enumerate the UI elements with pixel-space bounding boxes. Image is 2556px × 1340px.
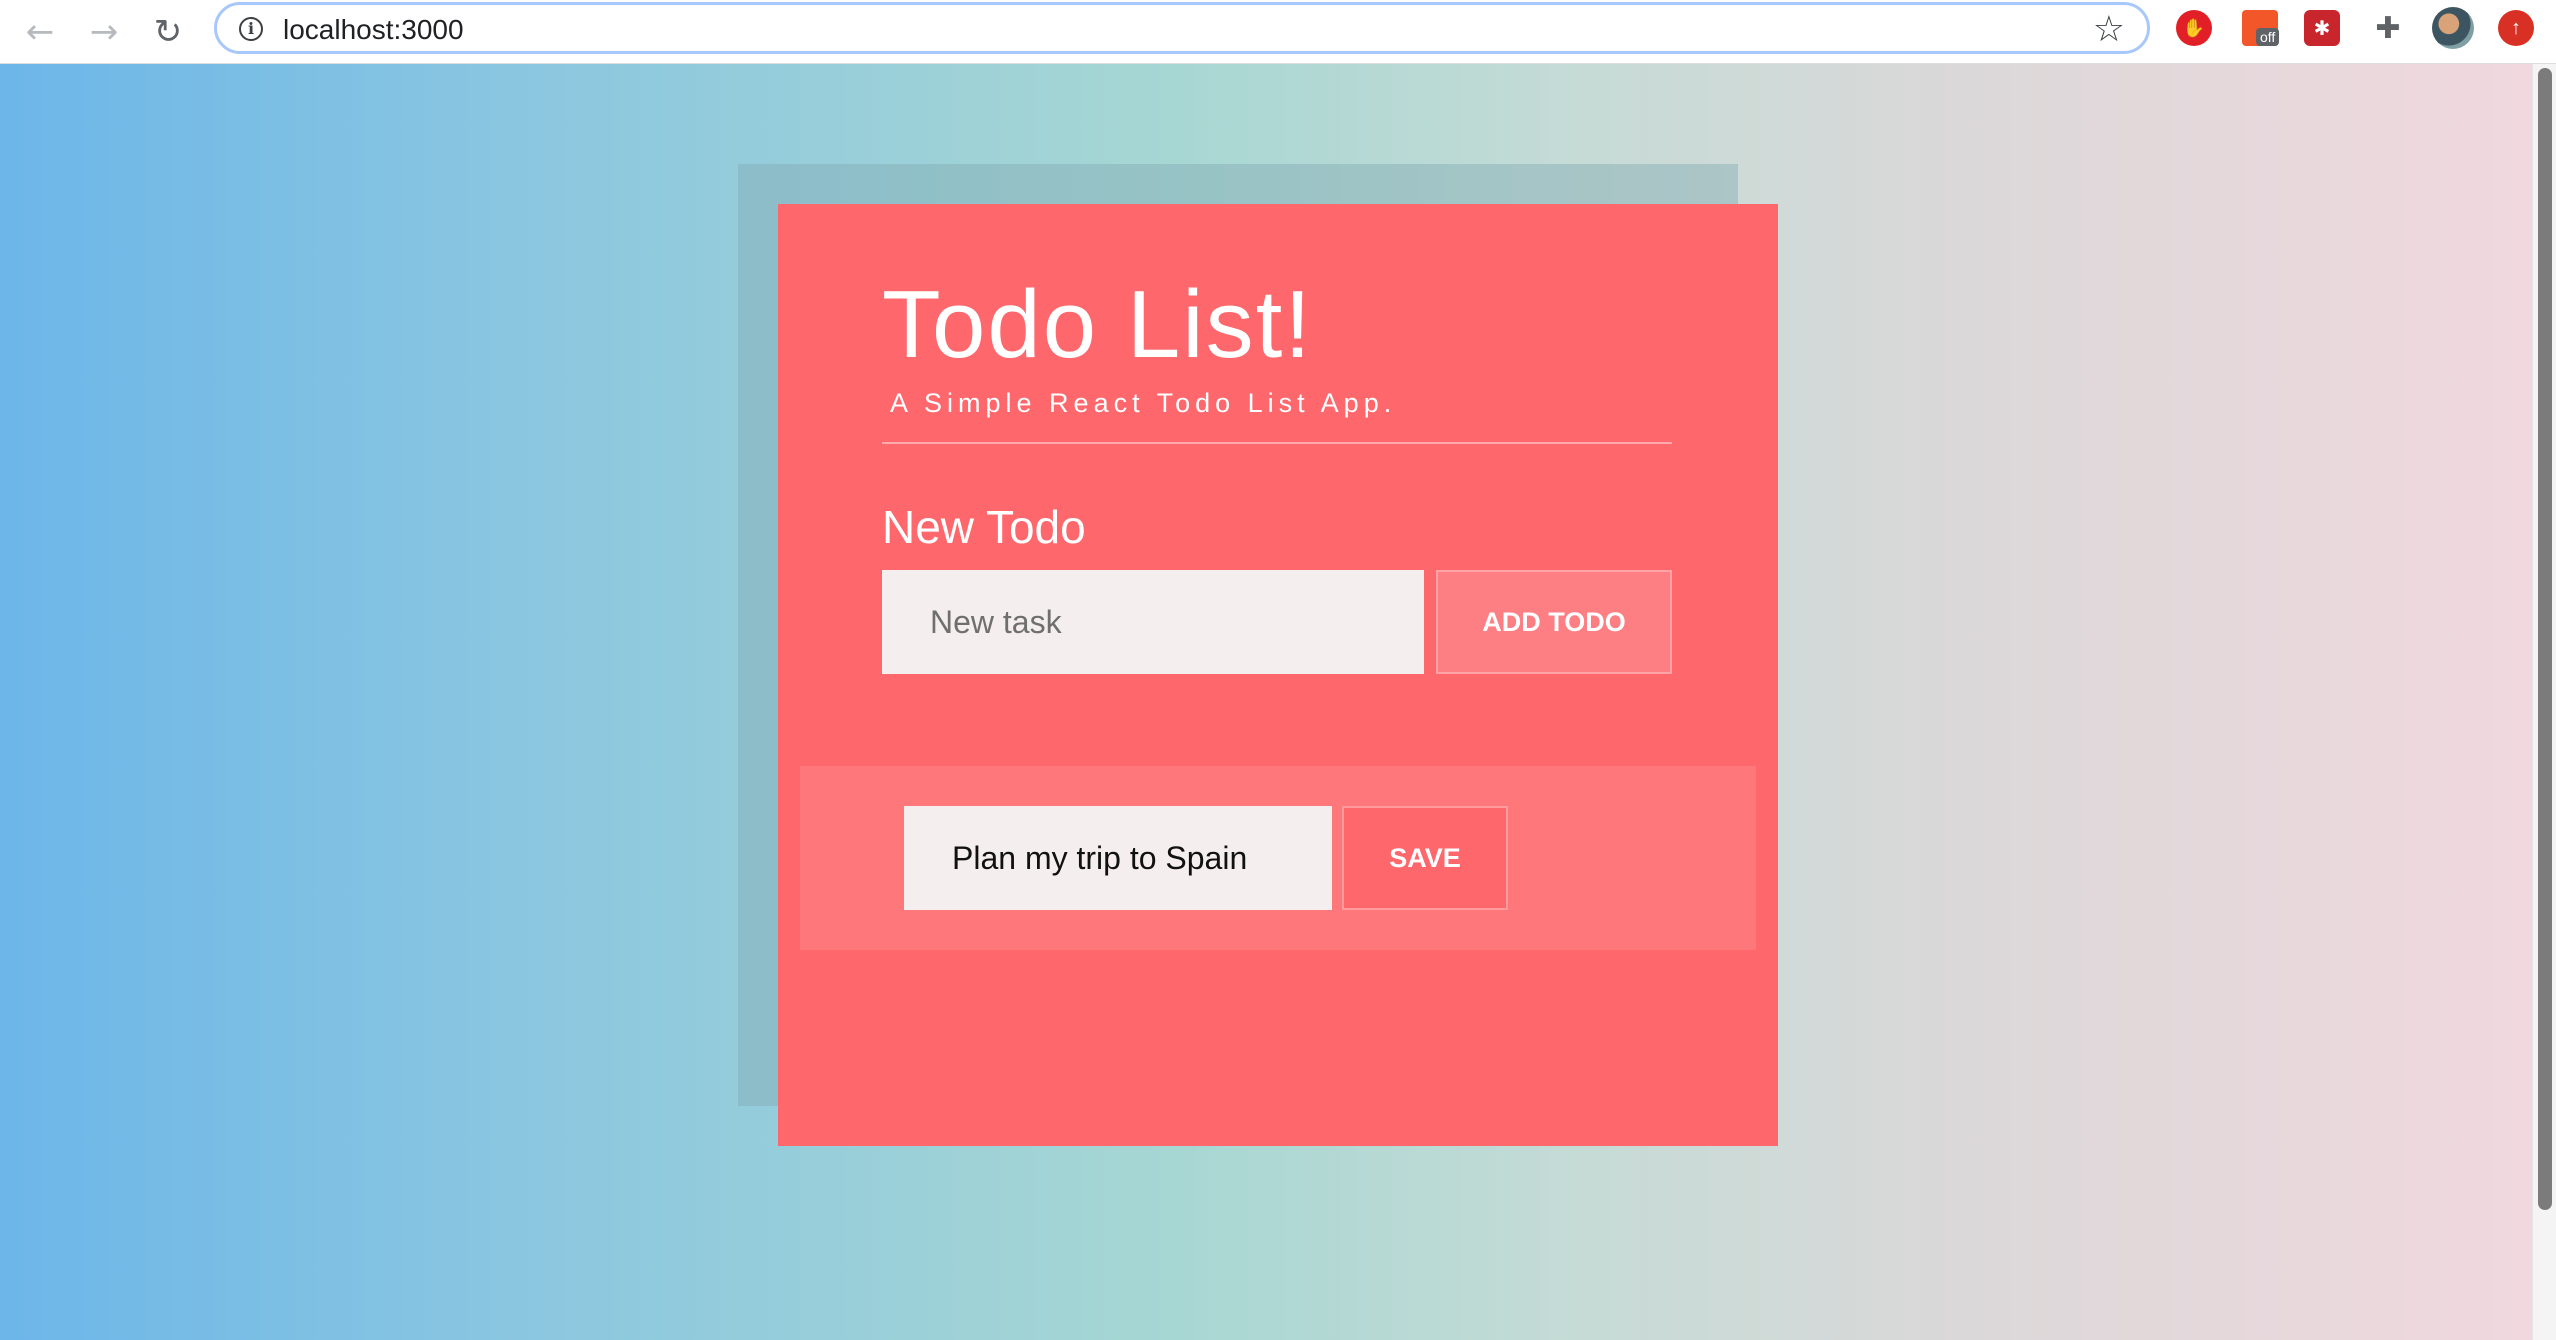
app-title: Todo List! <box>882 271 1313 378</box>
reload-icon: ↻ <box>153 12 183 52</box>
bookmark-star-icon[interactable]: ☆ <box>2093 9 2125 50</box>
add-todo-button[interactable]: ADD TODO <box>1436 570 1672 674</box>
new-todo-label: New Todo <box>882 501 1086 553</box>
back-button[interactable]: ← <box>16 8 64 56</box>
profile-avatar[interactable] <box>2432 7 2474 49</box>
forward-button[interactable]: → <box>80 8 128 56</box>
extensions-puzzle-icon[interactable]: ✚ <box>2370 10 2406 46</box>
back-arrow-icon: ← <box>25 12 55 52</box>
extension-off-badge: off <box>2256 28 2280 46</box>
bug-icon: ✱ <box>2313 17 2331 40</box>
forward-arrow-icon: → <box>89 12 119 52</box>
save-button[interactable]: SAVE <box>1342 806 1508 910</box>
scrollbar-thumb[interactable] <box>2538 68 2552 1210</box>
site-info-icon[interactable]: i <box>239 17 263 41</box>
address-bar[interactable]: i localhost:3000 ☆ <box>214 2 2150 54</box>
new-task-input[interactable] <box>882 570 1424 674</box>
stop-hand-icon: ✋ <box>2182 17 2206 38</box>
todo-item: SAVE <box>800 766 1756 950</box>
react-devtools-extension-icon[interactable]: ✱ <box>2304 10 2340 46</box>
page-viewport: Todo List! A Simple React Todo List App.… <box>0 64 2556 1340</box>
url-text[interactable]: localhost:3000 <box>283 14 464 46</box>
app-subtitle: A Simple React Todo List App. <box>890 388 1397 418</box>
header-divider <box>882 442 1672 444</box>
update-arrow-icon[interactable]: ↑ <box>2498 10 2534 46</box>
browser-toolbar: ← → ↻ i localhost:3000 ☆ ✋ off ✱ ✚ ↑ <box>0 0 2556 64</box>
adblock-extension-icon[interactable]: ✋ <box>2176 10 2212 46</box>
todo-edit-input[interactable] <box>904 806 1332 910</box>
todo-app-card: Todo List! A Simple React Todo List App.… <box>778 204 1778 1146</box>
page-scrollbar[interactable] <box>2532 64 2556 1340</box>
reload-button[interactable]: ↻ <box>144 8 192 56</box>
ublock-extension-icon[interactable]: off <box>2242 10 2280 46</box>
